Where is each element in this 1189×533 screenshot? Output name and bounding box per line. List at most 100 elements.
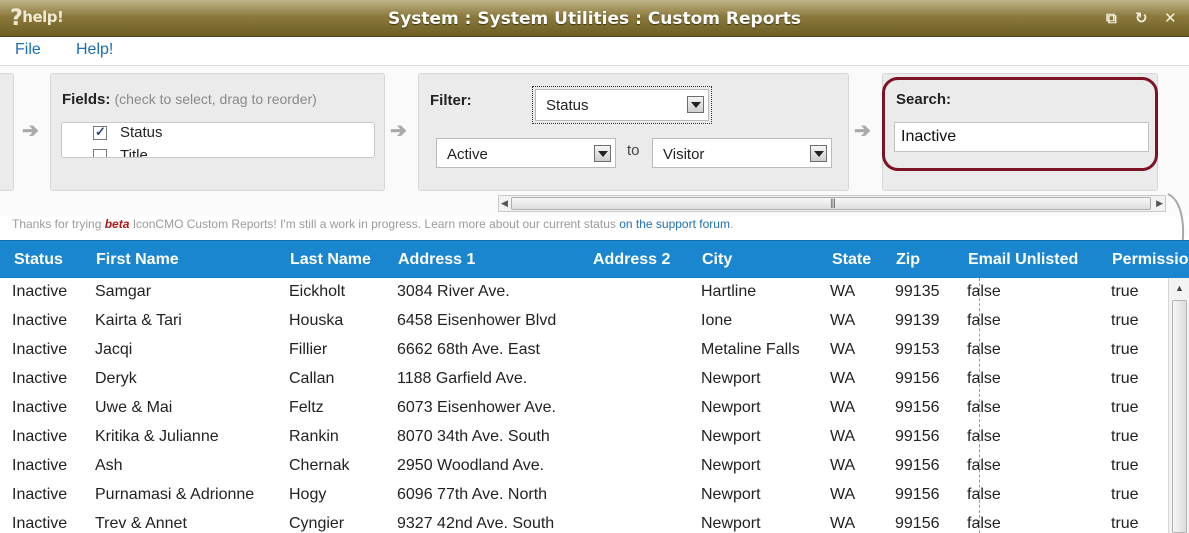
fields-list[interactable]: Status Title (61, 122, 375, 158)
cell-permission: true (1111, 428, 1139, 445)
search-highlight-ring (882, 77, 1158, 171)
cell-permission: true (1111, 486, 1139, 503)
field-title-label[interactable]: Title (120, 147, 148, 157)
chevron-down-icon[interactable] (810, 145, 827, 162)
col-header-first-name[interactable]: First Name (96, 251, 179, 269)
cell-email-unlisted: false (967, 341, 1001, 358)
cell-last-name: Rankin (289, 428, 339, 445)
arrow-right-icon: ➔ (22, 120, 39, 142)
cell-status: Inactive (12, 399, 68, 416)
cell-email-unlisted: false (967, 370, 1001, 387)
table-row[interactable]: Inactive Trev & Annet Cyngier 9327 42nd … (0, 510, 1168, 533)
col-header-status[interactable]: Status (14, 251, 63, 269)
field-status-label[interactable]: Status (120, 124, 163, 141)
table-row[interactable]: Inactive Kritika & Julianne Rankin 8070 … (0, 423, 1168, 452)
fields-title: Fields: (check to select, drag to reorde… (62, 91, 317, 108)
scrollbar-thumb[interactable]: ||| (511, 197, 1151, 210)
field-title-checkbox[interactable] (93, 149, 107, 157)
cell-address-1: 6073 Eisenhower Ave. (397, 399, 556, 416)
cell-state: WA (830, 457, 856, 474)
arrow-right-icon: ➔ (854, 120, 871, 142)
scroll-left-icon[interactable]: ◀ (501, 198, 508, 209)
cell-last-name: Houska (289, 312, 344, 329)
scroll-up-icon[interactable]: ▲ (1175, 283, 1184, 293)
report-table-header: Status First Name Last Name Address 1 Ad… (0, 240, 1189, 278)
config-horizontal-scrollbar[interactable]: ◀ ||| ▶ (498, 195, 1166, 212)
col-header-state[interactable]: State (832, 251, 871, 269)
cell-address-1: 8070 34th Ave. South (397, 428, 550, 445)
filter-field-select[interactable]: Status (532, 86, 712, 124)
cell-email-unlisted: false (967, 428, 1001, 445)
filter-from-value: Active (447, 146, 488, 163)
cell-state: WA (830, 399, 856, 416)
filter-to-label: to (627, 142, 640, 159)
table-row[interactable]: Inactive Jacqi Fillier 6662 68th Ave. Ea… (0, 336, 1168, 365)
cell-email-unlisted: false (967, 312, 1001, 329)
cell-city: Newport (701, 486, 761, 503)
cell-city: Newport (701, 399, 761, 416)
refresh-icon[interactable]: ↻ (1135, 9, 1148, 27)
table-row[interactable]: Inactive Deryk Callan 1188 Garfield Ave.… (0, 365, 1168, 394)
cell-first-name: Jacqi (95, 341, 133, 358)
close-window-icon[interactable]: ✕ (1164, 9, 1177, 27)
col-header-address-2[interactable]: Address 2 (593, 251, 670, 269)
table-row[interactable]: Inactive Uwe & Mai Feltz 6073 Eisenhower… (0, 394, 1168, 423)
cell-zip: 99156 (895, 428, 940, 445)
cell-zip: 99156 (895, 515, 940, 532)
cell-city: Hartline (701, 283, 757, 300)
cell-email-unlisted: false (967, 283, 1001, 300)
cell-state: WA (830, 370, 856, 387)
support-forum-link[interactable]: on the support forum (619, 217, 730, 231)
report-table-body: Inactive Samgar Eickholt 3084 River Ave.… (0, 278, 1189, 533)
column-resize-guide (979, 278, 980, 533)
window-title: System : System Utilities : Custom Repor… (387, 9, 802, 29)
filter-field-value: Status (546, 97, 589, 114)
cell-last-name: Feltz (289, 399, 324, 416)
field-status-checkbox[interactable] (93, 124, 107, 140)
cell-status: Inactive (12, 515, 68, 532)
filter-from-select[interactable]: Active (436, 138, 616, 168)
col-header-permission[interactable]: Permissio (1112, 251, 1188, 269)
beta-notice: Thanks for trying beta IconCMO Custom Re… (12, 217, 733, 231)
scroll-right-icon[interactable]: ▶ (1156, 198, 1163, 209)
cell-status: Inactive (12, 370, 68, 387)
menu-file[interactable]: File (15, 41, 41, 59)
col-header-last-name[interactable]: Last Name (290, 251, 371, 269)
chevron-down-icon[interactable] (594, 145, 611, 162)
cell-state: WA (830, 428, 856, 445)
col-header-zip[interactable]: Zip (896, 251, 920, 269)
table-vertical-scrollbar[interactable]: ▲ (1168, 278, 1189, 533)
fields-panel: Fields: (check to select, drag to reorde… (50, 73, 385, 191)
beta-label: beta (104, 217, 130, 231)
table-row[interactable]: Inactive Purnamasi & Adrionne Hogy 6096 … (0, 481, 1168, 510)
beta-notice-suffix: . (729, 217, 734, 231)
cell-city: Metaline Falls (701, 341, 800, 358)
col-header-address-1[interactable]: Address 1 (398, 251, 475, 269)
col-header-city[interactable]: City (702, 251, 732, 269)
menu-help[interactable]: Help! (76, 41, 113, 59)
cell-first-name: Trev & Annet (95, 515, 187, 532)
menu-bar: File Help! (0, 37, 1189, 66)
cell-zip: 99153 (895, 341, 940, 358)
cell-status: Inactive (12, 457, 68, 474)
cell-city: Ione (701, 312, 733, 329)
restore-window-icon[interactable]: ⧉ (1106, 9, 1117, 27)
fields-hint: (check to select, drag to reorder) (114, 91, 317, 107)
chevron-down-icon[interactable] (687, 96, 704, 113)
cell-email-unlisted: false (967, 457, 1001, 474)
col-header-email-unlisted[interactable]: Email Unlisted (968, 251, 1078, 269)
filter-to-select[interactable]: Visitor (652, 138, 832, 168)
cell-first-name: Kritika & Julianne (95, 428, 219, 445)
cell-city: Newport (701, 457, 761, 474)
scrollbar-thumb[interactable] (1172, 300, 1187, 533)
cell-address-1: 2950 Woodland Ave. (397, 457, 545, 474)
cell-last-name: Fillier (289, 341, 328, 358)
table-row[interactable]: Inactive Kairta & Tari Houska 6458 Eisen… (0, 307, 1168, 336)
cell-state: WA (830, 312, 856, 329)
table-row[interactable]: Inactive Ash Chernak 2950 Woodland Ave. … (0, 452, 1168, 481)
cell-last-name: Cyngier (289, 515, 345, 532)
table-row[interactable]: Inactive Samgar Eickholt 3084 River Ave.… (0, 278, 1168, 307)
cell-email-unlisted: false (967, 515, 1001, 532)
cell-status: Inactive (12, 312, 68, 329)
report-config-strip: ➔ Fields: (check to select, drag to reor… (0, 66, 1189, 271)
